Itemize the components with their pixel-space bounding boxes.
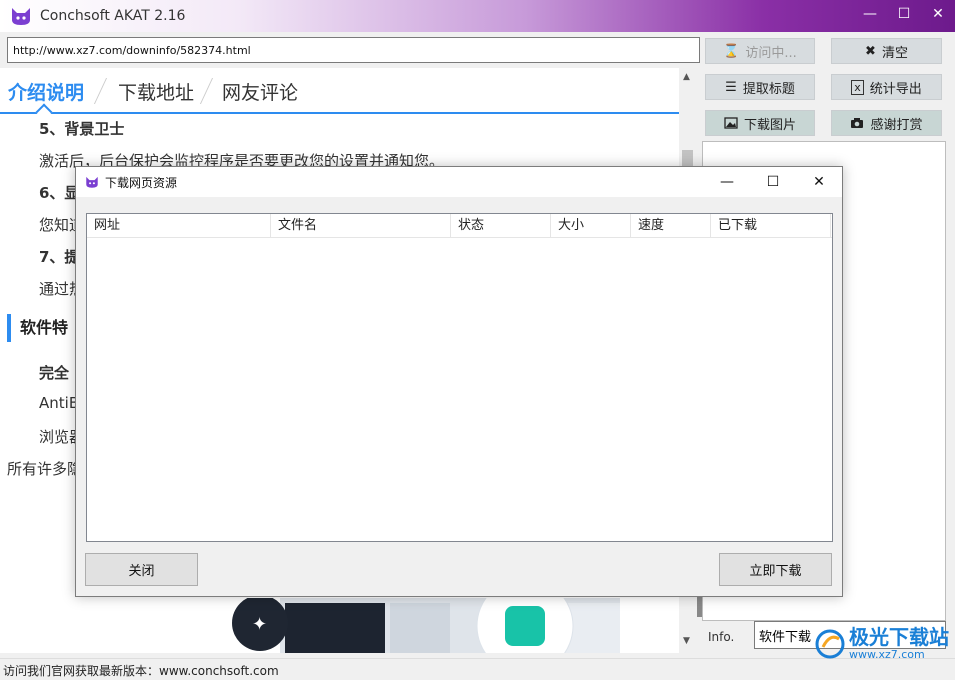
app-title: Conchsoft AKAT 2.16	[40, 8, 186, 24]
download-images-button[interactable]: 下载图片	[705, 110, 815, 136]
section-heading: 软件特	[7, 314, 68, 342]
minimize-icon[interactable]: —	[853, 0, 887, 28]
extract-title-label: 提取标题	[742, 81, 795, 97]
visit-button-label: 访问中...	[745, 45, 797, 61]
excel-file-icon: x	[851, 79, 864, 95]
dialog-maximize-icon[interactable]: ☐	[750, 167, 796, 197]
clear-button-label: 清空	[881, 45, 908, 61]
cat-logo-icon	[86, 176, 98, 188]
export-stats-label: 统计导出	[869, 81, 922, 97]
window-controls: — ☐ ✕	[853, 0, 955, 32]
content-line: 所有许多隐	[7, 460, 83, 478]
column-header-speed[interactable]: 速度	[631, 214, 711, 238]
hourglass-icon: ⌛	[723, 43, 740, 59]
column-header-size[interactable]: 大小	[551, 214, 631, 238]
tab-separator	[199, 78, 214, 104]
dialog-title: 下载网页资源	[105, 175, 178, 190]
content-line: 完全	[39, 364, 70, 382]
content-line: 6、显	[39, 184, 80, 202]
list-header: 网址 文件名 状态 大小 速度 已下载	[87, 214, 832, 238]
dialog-titlebar: 下载网页资源 — ☐ ✕	[76, 167, 842, 197]
tab-separator	[93, 78, 108, 104]
tab-bar: 介绍说明 下载地址 网友评论	[0, 68, 679, 121]
column-header-url[interactable]: 网址	[87, 214, 271, 238]
export-stats-button[interactable]: x 统计导出	[831, 74, 942, 100]
clear-button[interactable]: ✖ 清空	[831, 38, 942, 64]
tab-intro[interactable]: 介绍说明	[8, 78, 84, 105]
download-now-button[interactable]: 立即下载	[719, 553, 832, 586]
screenshot-image: ✦	[232, 598, 620, 653]
camera-icon	[851, 118, 864, 128]
dialog-minimize-icon[interactable]: —	[704, 167, 750, 197]
secondary-scrollbar-thumb[interactable]	[697, 597, 702, 617]
list-icon: ☰	[725, 79, 737, 95]
content-line: AntiB	[39, 394, 80, 412]
app-titlebar: Conchsoft AKAT 2.16 — ☐ ✕	[0, 0, 955, 32]
column-header-status[interactable]: 状态	[451, 214, 551, 238]
close-icon[interactable]: ✕	[921, 0, 955, 28]
scroll-up-icon[interactable]: ▲	[683, 72, 690, 82]
cat-logo-icon	[12, 8, 30, 25]
close-button[interactable]: 关闭	[85, 553, 198, 586]
watermark-brand: 极光下载站	[849, 625, 949, 649]
extract-title-button[interactable]: ☰ 提取标题	[705, 74, 815, 100]
content-line: 7、提	[39, 248, 80, 266]
x-icon: ✖	[865, 43, 876, 59]
url-input[interactable]	[7, 37, 700, 63]
donate-button[interactable]: 感谢打赏	[831, 110, 942, 136]
download-images-label: 下载图片	[743, 117, 796, 133]
dialog-window-controls: — ☐ ✕	[704, 167, 842, 197]
dialog-close-icon[interactable]: ✕	[796, 167, 842, 197]
tab-download[interactable]: 下载地址	[118, 78, 194, 105]
image-icon	[724, 117, 738, 129]
resource-list[interactable]: 网址 文件名 状态 大小 速度 已下载	[86, 213, 833, 542]
svg-text:✦: ✦	[252, 614, 267, 635]
status-text: 访问我们官网获取最新版本：www.conchsoft.com	[3, 664, 279, 678]
scroll-down-icon[interactable]: ▼	[683, 636, 690, 646]
maximize-icon[interactable]: ☐	[887, 0, 921, 28]
download-resources-dialog: 下载网页资源 — ☐ ✕ 网址 文件名 状态 大小 速度 已下载 关闭 立即下载	[75, 166, 843, 597]
info-label: Info.	[708, 630, 735, 644]
donate-button-label: 感谢打赏	[870, 117, 923, 133]
tab-comments[interactable]: 网友评论	[222, 78, 298, 105]
watermark-site: www.xz7.com	[849, 648, 925, 661]
status-bar: 访问我们官网获取最新版本：www.conchsoft.com	[0, 658, 955, 680]
visit-button[interactable]: ⌛ 访问中...	[705, 38, 815, 64]
watermark-logo-icon	[815, 629, 845, 658]
watermark: 极光下载站 www.xz7.com	[815, 626, 949, 661]
content-line: 5、背景卫士	[39, 120, 125, 138]
column-header-downloaded[interactable]: 已下载	[711, 214, 831, 238]
column-header-filename[interactable]: 文件名	[271, 214, 451, 238]
